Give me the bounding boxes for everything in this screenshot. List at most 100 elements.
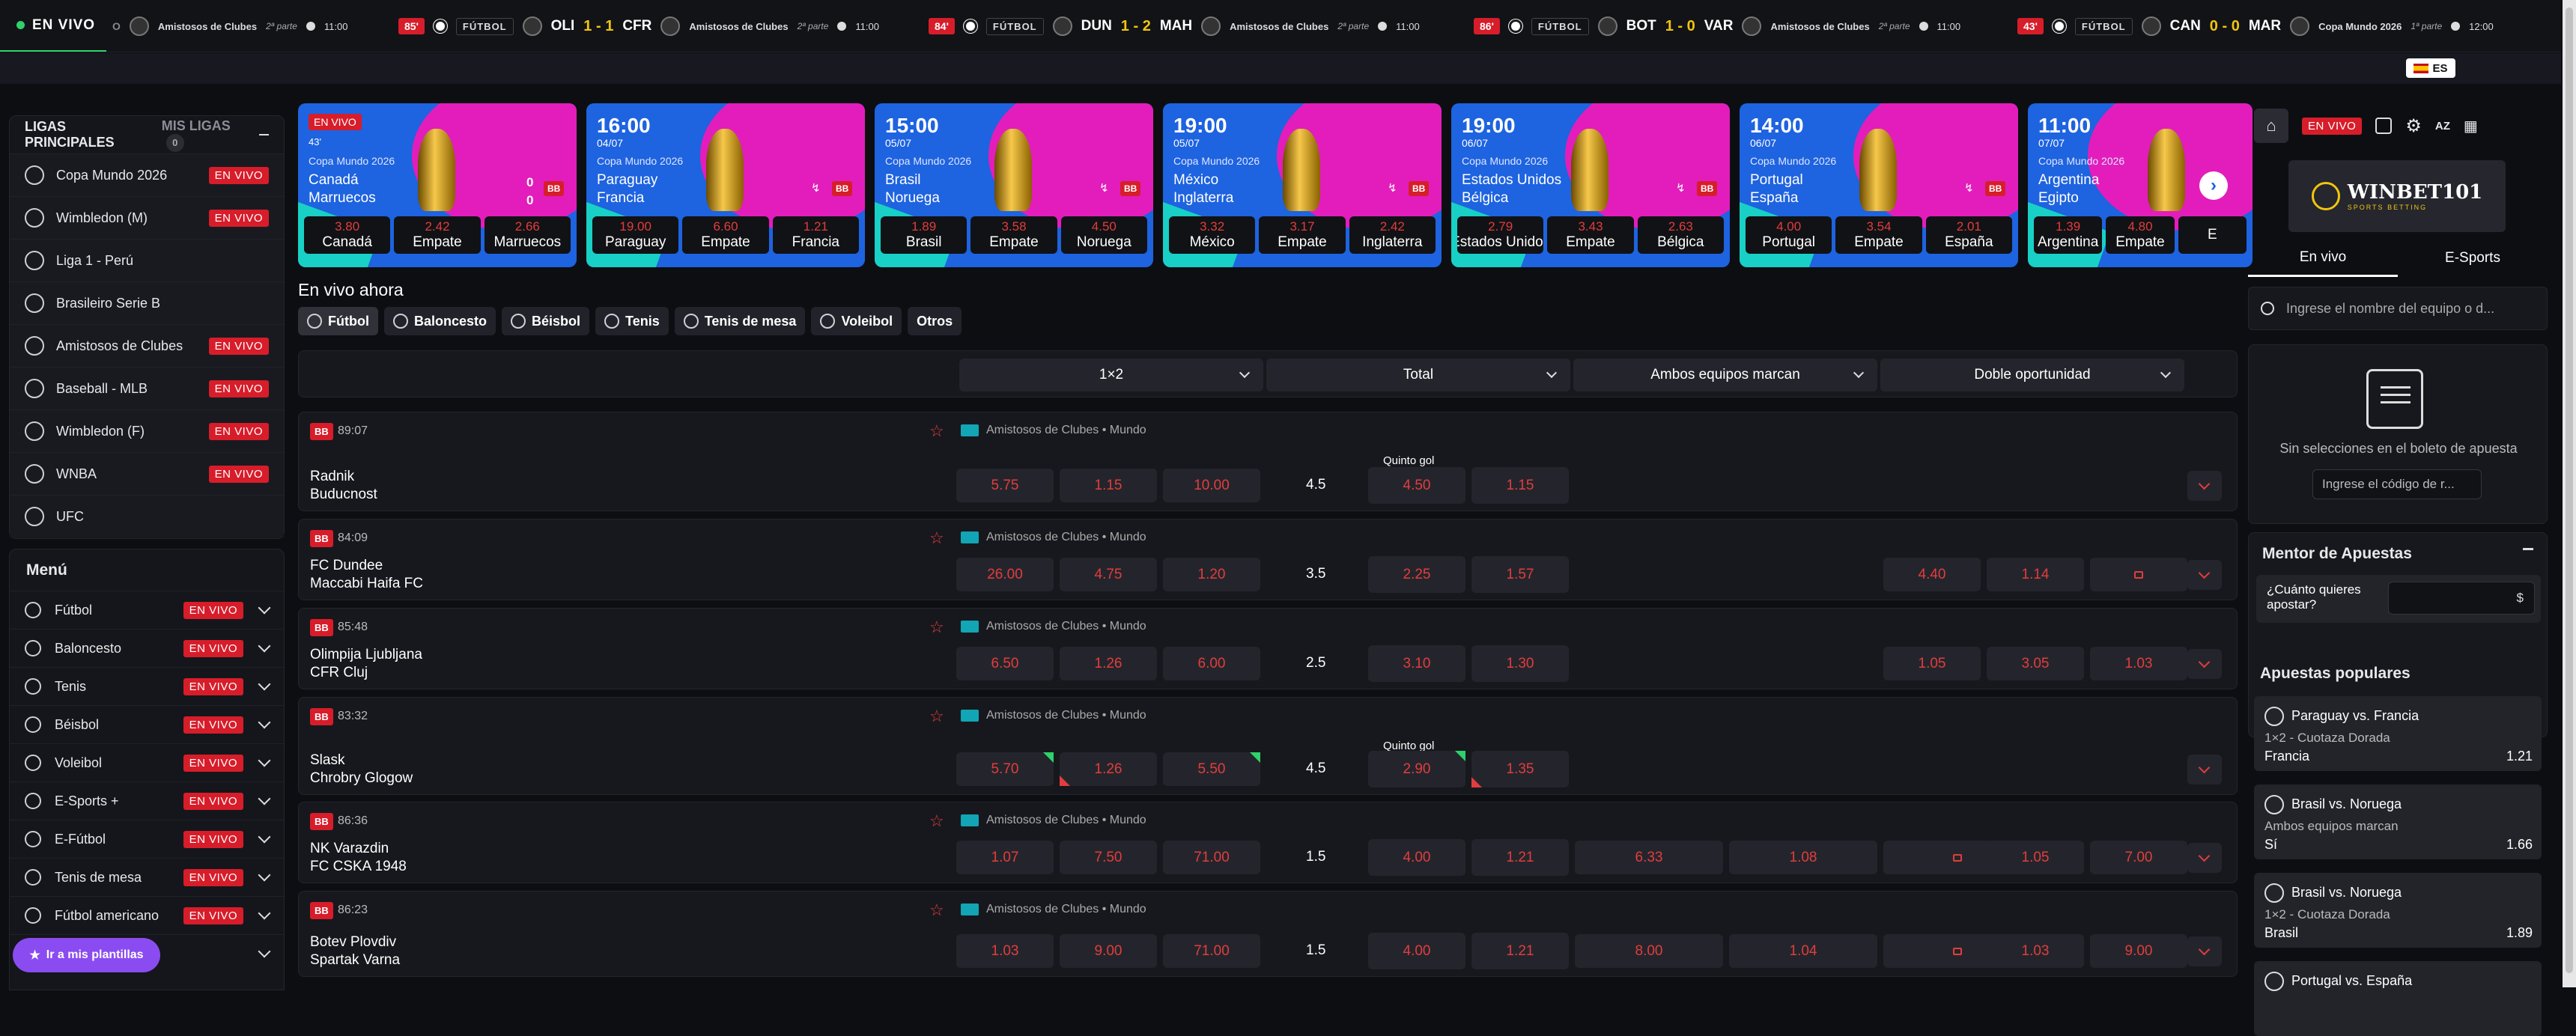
sport-tab[interactable]: Tenis <box>595 307 669 335</box>
brand-logo[interactable]: WINBET101 SPORTS BETTING <box>2288 160 2506 232</box>
odd-button-1x2[interactable]: 1.20 <box>1163 558 1260 591</box>
popular-bet-item[interactable]: Brasil vs. Noruega Ambos equipos marcan … <box>2254 784 2542 859</box>
match-card[interactable]: 15:00 05/07 ↯ BB Copa Mundo 2026 Brasil Norueg… <box>875 103 1153 267</box>
market-dropdown[interactable]: Doble oportunidad <box>1880 359 2184 391</box>
odd-button-1x2[interactable]: 26.00 <box>956 558 1054 591</box>
odd-button-total[interactable]: 3.10 <box>1368 645 1465 682</box>
favorite-star-icon[interactable]: ☆ <box>929 618 944 637</box>
ticker-item[interactable]: 84' FÚTBOL DUN 1 - 2 MAH Amistosos de Cl… <box>929 0 1420 52</box>
odd-button-1x2[interactable]: 5.70 <box>956 752 1054 786</box>
sport-tab[interactable]: Voleibol <box>811 307 902 335</box>
expand-row-chevron-icon[interactable] <box>2187 560 2222 590</box>
match-row[interactable]: BB 89:07 ☆ Amistosos de Clubes • Mundo Qu… <box>298 412 2238 511</box>
match-row[interactable]: BB 84:09 ☆ Amistosos de Clubes • Mundo FC… <box>298 519 2238 600</box>
booking-code-input[interactable]: Ingrese el código de r... <box>2312 469 2482 499</box>
odd-button-1x2[interactable]: 1.26 <box>1060 752 1157 786</box>
language-selector[interactable]: ES <box>2406 58 2455 78</box>
odd-button[interactable]: 4.00 Portugal <box>1746 216 1832 254</box>
match-row[interactable]: BB 86:36 ☆ Amistosos de Clubes • Mundo NK… <box>298 802 2238 883</box>
ticker-item[interactable]: 43' FÚTBOL CAN 0 - 0 MAR Copa Mundo 2026… <box>2017 0 2494 52</box>
odd-button-double-chance[interactable]: 4.40 <box>1883 558 1981 591</box>
odd-button-1x2[interactable]: 1.15 <box>1060 469 1157 502</box>
league-item[interactable]: WNBA EN VIVO <box>10 452 284 495</box>
odd-button[interactable]: 2.42 Inglaterra <box>1349 216 1436 254</box>
odd-button[interactable]: 3.80 Canadá <box>304 216 391 254</box>
match-row[interactable]: BB 86:23 ☆ Amistosos de Clubes • Mundo Bo… <box>298 891 2238 977</box>
odd-button-1x2[interactable]: 4.75 <box>1060 558 1157 591</box>
odd-button-double-chance[interactable]: 1.05 <box>1987 841 2084 874</box>
league-item[interactable]: Amistosos de Clubes EN VIVO <box>10 324 284 367</box>
odd-button-double-chance[interactable]: 1.03 <box>1987 934 2084 968</box>
odd-button-btts[interactable]: 6.33 <box>1575 841 1723 874</box>
odd-button-double-chance[interactable]: 1.14 <box>1987 558 2084 591</box>
sport-tab[interactable]: Béisbol <box>502 307 590 335</box>
minimize-icon[interactable] <box>2523 548 2533 550</box>
odd-button-total[interactable]: 1.35 <box>1471 751 1569 787</box>
odd-button[interactable]: 6.60 Empate <box>682 216 769 254</box>
odd-button-total[interactable]: 4.00 <box>1368 933 1465 969</box>
calendar-icon[interactable] <box>2375 118 2393 134</box>
odd-button[interactable]: 3.32 México <box>1169 216 1256 254</box>
odd-button-btts[interactable]: 1.04 <box>1729 934 1877 968</box>
odd-button-double-chance[interactable]: 3.05 <box>1987 647 2084 680</box>
odd-button-1x2[interactable]: 71.00 <box>1163 841 1260 874</box>
odd-button-1x2[interactable]: 5.50 <box>1163 752 1260 786</box>
team-search-input[interactable]: Ingrese el nombre del equipo o d... <box>2248 287 2548 330</box>
match-row[interactable]: BB 83:32 ☆ Amistosos de Clubes • Mundo Qu… <box>298 697 2238 795</box>
odd-button-1x2[interactable]: 1.07 <box>956 841 1054 874</box>
odd-button-total[interactable]: 1.30 <box>1471 645 1569 682</box>
odd-button[interactable]: 1.39 Argentina <box>2034 216 2103 254</box>
odd-button-total[interactable]: 4.00 <box>1368 839 1465 876</box>
popular-bet-item[interactable]: Portugal vs. España <box>2254 961 2542 1036</box>
odd-button-1x2[interactable]: 6.50 <box>956 647 1054 680</box>
ticker-live-tab[interactable]: EN VIVO <box>0 0 106 52</box>
league-item[interactable]: Brasileiro Serie B <box>10 281 284 324</box>
tab-main-leagues[interactable]: LIGAS PRINCIPALES <box>25 119 147 150</box>
match-card[interactable]: 19:00 05/07 ↯ BB Copa Mundo 2026 México Inglat… <box>1163 103 1442 267</box>
odd-button-1x2[interactable]: 7.50 <box>1060 841 1157 874</box>
sport-tab[interactable]: Baloncesto <box>383 307 496 335</box>
favorite-star-icon[interactable]: ☆ <box>929 707 944 726</box>
favorite-star-icon[interactable]: ☆ <box>929 901 944 920</box>
odd-button[interactable]: 4.50 Noruega <box>1060 216 1147 254</box>
odd-button-btts[interactable]: 1.08 <box>1729 841 1877 874</box>
match-card[interactable]: 16:00 04/07 ↯ BB Copa Mundo 2026 Paraguay Fran… <box>586 103 865 267</box>
sport-tab[interactable]: Otros <box>908 307 962 335</box>
page-scrollbar[interactable] <box>2563 0 2576 987</box>
carousel-next-arrow-icon[interactable]: › <box>2199 171 2228 200</box>
odd-button[interactable]: 2.63 Bélgica <box>1637 216 1724 254</box>
odd-button-double-chance[interactable]: 9.00 <box>2090 934 2187 968</box>
league-item[interactable]: UFC <box>10 495 284 537</box>
odd-button-total[interactable]: 4.50 <box>1368 467 1465 504</box>
odd-button[interactable]: E <box>2178 216 2247 254</box>
menu-item[interactable]: Voleibol EN VIVO <box>10 743 284 781</box>
odd-button[interactable]: 3.43 Empate <box>1547 216 1634 254</box>
league-item[interactable]: Wimbledon (F) EN VIVO <box>10 409 284 452</box>
odd-button[interactable]: 3.17 Empate <box>1259 216 1346 254</box>
odd-button-1x2[interactable]: 1.26 <box>1060 647 1157 680</box>
odd-button-total[interactable]: 1.15 <box>1471 467 1569 504</box>
ticker-item[interactable]: 85' FÚTBOL OLI 1 - 1 CFR Amistosos de Cl… <box>398 0 879 52</box>
ticker-item[interactable]: O Amistosos de Clubes 2ª parte 11:00 <box>112 0 347 52</box>
odd-button-total[interactable]: 1.57 <box>1471 556 1569 593</box>
odd-button-double-chance[interactable]: 1.05 <box>1883 647 1981 680</box>
odd-button[interactable]: 3.58 Empate <box>970 216 1057 254</box>
menu-item[interactable]: Fútbol americano EN VIVO <box>10 896 284 934</box>
odd-button[interactable]: 2.01 España <box>1925 216 2012 254</box>
league-item[interactable]: Copa Mundo 2026 EN VIVO <box>10 153 284 196</box>
league-item[interactable]: Wimbledon (M) EN VIVO <box>10 196 284 239</box>
match-card[interactable]: 14:00 06/07 ↯ BB Copa Mundo 2026 Portugal Espa… <box>1740 103 2018 267</box>
odd-button[interactable]: 2.42 Empate <box>394 216 481 254</box>
odd-button-total[interactable]: 1.21 <box>1471 933 1569 969</box>
odd-button-btts[interactable]: 8.00 <box>1575 934 1723 968</box>
odd-button[interactable]: 2.79Estados Unidos <box>1457 216 1544 254</box>
market-dropdown[interactable]: Ambos equipos marcan <box>1573 359 1877 391</box>
odd-button-1x2[interactable]: 1.03 <box>956 934 1054 968</box>
odd-button-total[interactable]: 2.25 <box>1368 556 1465 593</box>
sort-az-button[interactable]: AZ <box>2435 120 2450 132</box>
stats-icon[interactable]: ▦ <box>2464 117 2478 135</box>
menu-item[interactable]: Fútbol EN VIVO <box>10 591 284 629</box>
menu-item[interactable]: Tenis de mesa EN VIVO <box>10 858 284 896</box>
odd-button-1x2[interactable]: 10.00 <box>1163 469 1260 502</box>
menu-item[interactable]: Baloncesto EN VIVO <box>10 629 284 667</box>
